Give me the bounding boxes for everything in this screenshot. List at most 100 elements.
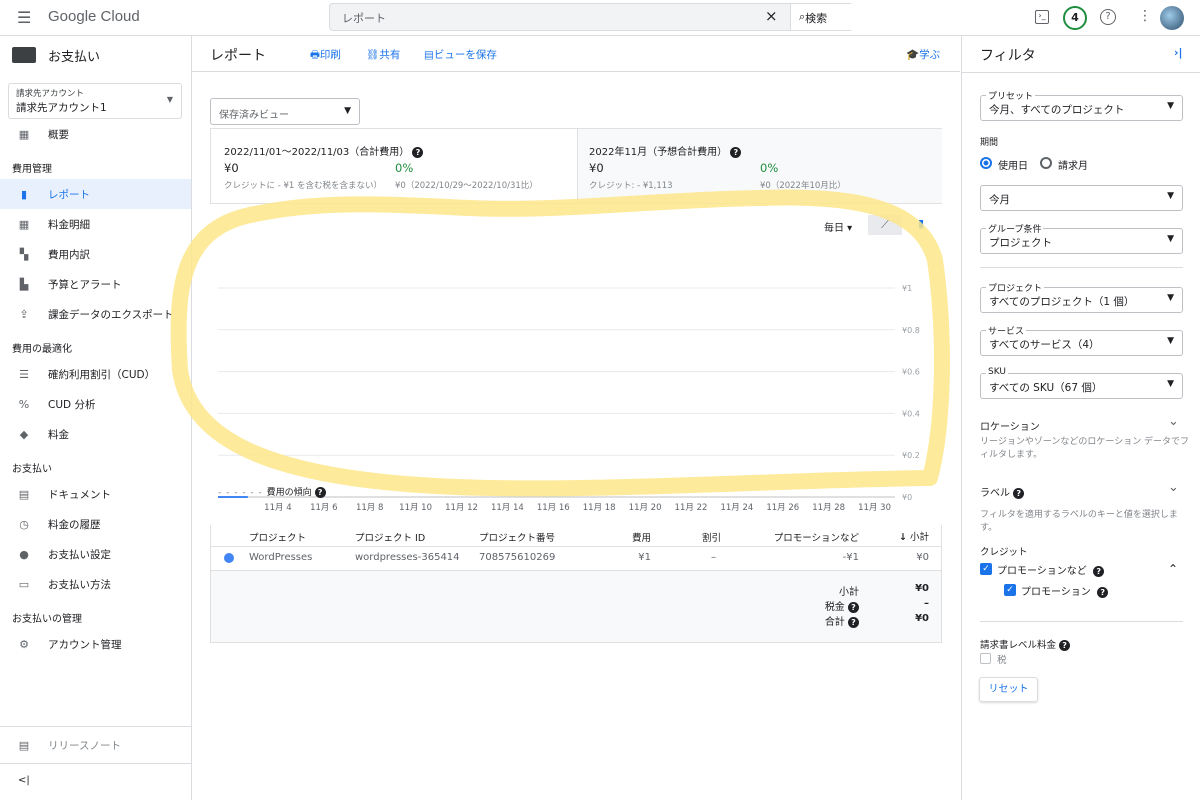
usage-date-radio[interactable] — [980, 157, 992, 169]
cell-project-id: wordpresses-365414 — [355, 552, 460, 563]
help-icon[interactable]: ? — [848, 601, 859, 613]
saved-views-dropdown[interactable]: 保存済みビュー ▼ — [210, 98, 360, 125]
learn-button[interactable]: 🎓学ぶ — [906, 47, 940, 62]
help-icon[interactable]: ? — [314, 487, 326, 498]
dropdown-arrow-icon: ▼ — [344, 106, 351, 116]
share-label: 共有 — [379, 49, 401, 61]
table-row[interactable]: WordPresses wordpresses-365414 708575610… — [211, 547, 941, 569]
location-heading[interactable]: ロケーション — [980, 418, 1040, 433]
reset-button[interactable]: リセット — [979, 677, 1038, 702]
total-label: 合計 ? — [825, 613, 859, 628]
column-header[interactable]: プロジェクト — [249, 530, 306, 544]
tag-icon: ◆ — [19, 427, 29, 441]
sidebar-item-payment-settings[interactable]: ● お支払い設定 — [0, 539, 191, 569]
line-chart-toggle[interactable]: ⟋ — [868, 215, 902, 235]
sidebar-item-label: 料金 — [48, 428, 69, 441]
print-button[interactable]: 🖶印刷 — [310, 47, 341, 65]
help-icon[interactable]: ? — [1013, 487, 1025, 499]
period-dropdown[interactable]: 今月 ▼ — [980, 185, 1183, 211]
sidebar-item-documents[interactable]: ▤ ドキュメント — [0, 479, 191, 509]
section-heading: 費用の最適化 — [12, 344, 72, 355]
clear-icon[interactable]: × — [765, 7, 778, 25]
field-label: グループ条件 — [986, 222, 1044, 235]
sidebar-item-label: 費用内訳 — [48, 248, 90, 261]
sidebar-item-cud[interactable]: ☰ 確約利用割引（CUD） — [0, 359, 191, 389]
sidebar-item-payment-method[interactable]: ▭ お支払い方法 — [0, 569, 191, 599]
group-by-dropdown[interactable]: グループ条件 プロジェクト ▼ — [980, 222, 1183, 254]
sidebar-item-cost-breakdown[interactable]: ▚ 費用内訳 — [0, 239, 191, 269]
field-label: SKU — [986, 367, 1008, 377]
google-cloud-logo[interactable]: Google Cloud — [48, 8, 140, 25]
y-tick-label: ¥0.8 — [902, 326, 920, 335]
column-header[interactable]: プロジェクト番号 — [479, 530, 555, 544]
sidebar-item-cud-analysis[interactable]: % CUD 分析 — [0, 389, 191, 419]
cloud-shell-icon[interactable]: ›_ — [1035, 10, 1049, 24]
column-header-label: 小計 — [909, 532, 929, 543]
more-icon[interactable]: ⋮ — [1138, 8, 1152, 24]
share-button[interactable]: ⛓共有 — [366, 47, 400, 62]
collapse-sidebar-button[interactable]: <| — [18, 775, 30, 786]
labels-heading[interactable]: ラベル ? — [980, 484, 1025, 499]
avatar[interactable] — [1160, 6, 1184, 30]
dashboard-icon: ▦ — [18, 127, 30, 141]
search-button[interactable]: ⌕ 検索 — [790, 4, 853, 30]
promo-etc-checkbox[interactable]: ✓ — [980, 563, 992, 575]
save-view-button[interactable]: ▤ビューを保存 — [424, 47, 497, 62]
invoice-month-radio[interactable] — [1040, 157, 1052, 169]
billing-icon — [12, 47, 36, 63]
preset-dropdown[interactable]: プリセット 今月、すべてのプロジェクト ▼ — [980, 89, 1183, 121]
bar-chart-toggle[interactable]: ▮ — [918, 217, 924, 230]
help-icon[interactable]: ? — [1059, 640, 1071, 651]
chevron-up-icon[interactable]: ⌃ — [1168, 562, 1178, 576]
chevron-down-icon[interactable]: ⌄ — [1168, 480, 1179, 495]
sidebar-item-account-management[interactable]: ⚙ アカウント管理 — [0, 629, 191, 659]
column-header[interactable]: 割引 — [702, 530, 721, 544]
sidebar-item-history[interactable]: ◷ 料金の履歴 — [0, 509, 191, 539]
cell-promotion: -¥1 — [842, 552, 859, 563]
cell-discount: – — [711, 552, 716, 563]
menu-icon[interactable]: ☰ — [17, 8, 31, 27]
help-icon[interactable]: ? — [1100, 9, 1116, 25]
subtotal-label: 小計 — [839, 587, 859, 598]
help-icon[interactable]: ? — [730, 146, 742, 158]
sidebar-item-invoice-detail[interactable]: ▦ 料金明細 — [0, 209, 191, 239]
help-icon[interactable]: ? — [1097, 586, 1109, 598]
invoice-level-heading: 請求書レベル料金 ? — [980, 637, 1071, 651]
release-notes-link[interactable]: ▤ リリースノート — [0, 730, 191, 760]
column-header[interactable]: プロモーションなど — [774, 530, 859, 544]
notifications-badge[interactable]: 4 — [1063, 6, 1087, 30]
table-totals: 小計 ¥0 税金 ? – 合計 ? ¥0 — [211, 570, 941, 642]
account-selector[interactable]: 請求先アカウント 請求先アカウント1 ▼ — [8, 83, 182, 119]
column-header[interactable]: プロジェクト ID — [355, 530, 425, 544]
column-header-sorted[interactable]: ↓ 小計 — [899, 529, 929, 543]
cost-table: プロジェクト プロジェクト ID プロジェクト番号 費用 割引 プロモーションな… — [210, 525, 942, 643]
sidebar-item-budgets[interactable]: ▙ 予算とアラート — [0, 269, 191, 299]
x-tick-label: 11月 28 — [812, 503, 845, 513]
chevron-down-icon[interactable]: ⌄ — [1168, 414, 1179, 429]
promo-text: プロモーション — [1021, 587, 1091, 598]
summary-compare: ¥0（2022年10月比） — [760, 181, 846, 191]
collapse-panel-button[interactable]: ›| — [1174, 46, 1183, 59]
summary-card-forecast: 2022年11月（予想合計費用） ? ¥0 0% クレジット: - ¥1,113… — [577, 129, 942, 203]
divider — [962, 72, 1200, 73]
tax-checkbox[interactable] — [980, 653, 991, 664]
invoice-month-label: 請求月 — [1058, 161, 1088, 172]
column-header[interactable]: 費用 — [632, 530, 651, 544]
search-button-label: 検索 — [805, 12, 828, 25]
sidebar-item-overview[interactable]: ▦ 概要 — [0, 119, 191, 149]
help-icon[interactable]: ? — [848, 616, 859, 628]
location-description: リージョンやゾーンなどのロケーション データでフィルタします。 — [980, 437, 1190, 460]
granularity-dropdown[interactable]: 毎日 ▾ — [824, 219, 852, 234]
project-dropdown[interactable]: プロジェクト すべてのプロジェクト（1 個） ▼ — [980, 281, 1183, 313]
sidebar-item-export[interactable]: ⇪ 課金データのエクスポート — [0, 299, 191, 329]
sidebar-item-reports[interactable]: ▮ レポート — [0, 179, 191, 209]
sku-dropdown[interactable]: SKU すべての SKU（67 個） ▼ — [980, 367, 1183, 399]
search-input[interactable]: レポート × ⌕ 検索 — [329, 3, 853, 31]
field-value: 今月、すべてのプロジェクト — [989, 104, 1125, 116]
help-icon[interactable]: ? — [1093, 565, 1105, 577]
help-icon[interactable]: ? — [412, 146, 424, 158]
search-value[interactable]: レポート — [342, 10, 386, 26]
service-dropdown[interactable]: サービス すべてのサービス（4） ▼ — [980, 324, 1183, 356]
promo-checkbox[interactable]: ✓ — [1004, 584, 1016, 596]
sidebar-item-pricing[interactable]: ◆ 料金 — [0, 419, 191, 449]
